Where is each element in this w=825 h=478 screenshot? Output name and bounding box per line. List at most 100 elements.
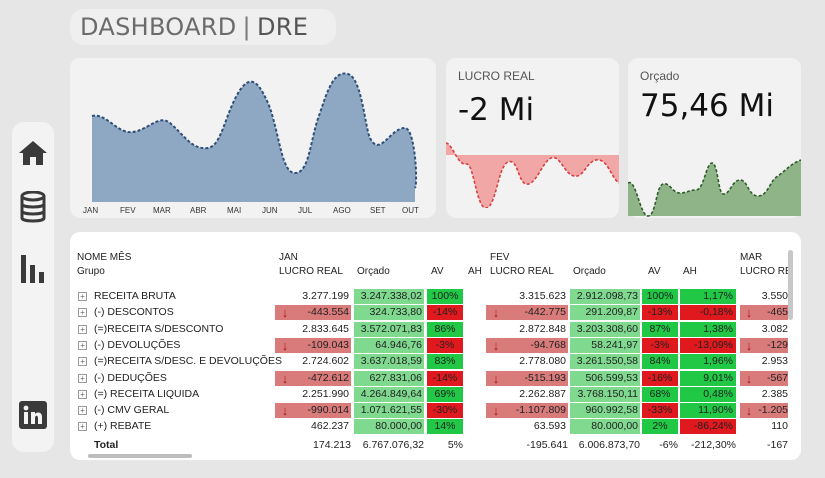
bar-chart-icon[interactable]	[18, 252, 48, 283]
sidebar	[12, 122, 54, 452]
fev-ah-cell: 1,38%	[680, 321, 736, 337]
row-label: RECEITA BRUTA	[94, 290, 176, 302]
fev-lucro-cell: 2.872.848	[519, 322, 566, 335]
row-label: (=)RECEITA S/DESCONTO	[94, 322, 224, 335]
col-header-orcado: Orçado	[573, 266, 606, 277]
total-mar-lucro: -167	[766, 439, 788, 451]
row-label: (-) DEVOLUÇÕES	[94, 338, 181, 351]
fev-orcado-cell: 58.241,97	[570, 337, 640, 353]
fev-ah-cell: -13,09%	[680, 337, 736, 353]
col-header-lucro: LUCRO RE	[740, 266, 792, 277]
kpi-lucro-value: -2 Mi	[458, 92, 535, 128]
month-header-fev: FEV	[490, 252, 510, 263]
fev-av-cell: 84%	[642, 354, 678, 370]
fev-ah-cell: 11,90%	[680, 403, 736, 419]
home-icon[interactable]	[18, 138, 48, 168]
jan-orcado-cell: 64.946,76	[354, 337, 424, 353]
horizontal-scrollbar[interactable]	[88, 454, 192, 458]
total-jan-av: 5%	[447, 439, 463, 451]
total-fev-av: -6%	[659, 439, 678, 451]
jan-lucro-cell: 3.277.199	[302, 290, 349, 302]
row-label: (-) DESCONTOS	[94, 306, 174, 319]
total-jan-lucro: 174.213	[313, 439, 351, 451]
title-text: DASHBOARD	[80, 13, 237, 41]
fev-ah-cell: -86,24%	[680, 419, 736, 435]
vertical-scrollbar[interactable]	[788, 250, 793, 320]
expand-toggle-icon[interactable]: +	[78, 292, 87, 301]
total-fev-lucro: -195.641	[526, 439, 568, 451]
mar-lucro-cell: 2.385	[761, 387, 788, 400]
row-label: (=)RECEITA S/DESC. E DEVOLUÇÕES	[94, 355, 282, 368]
arrow-down-icon: ↓	[281, 337, 289, 353]
kpi-orcado-sparkline	[628, 159, 801, 217]
jan-lucro-cell: 2.724.602	[302, 355, 349, 368]
month-label: JUN	[262, 206, 278, 215]
jan-av-cell: -30%	[427, 403, 463, 419]
fev-orcado-cell: 2.912.098,73	[570, 289, 640, 304]
month-label: JUL	[298, 206, 313, 215]
fev-ah-cell: 9,01%	[680, 370, 736, 386]
total-fev-ah: -212,30%	[691, 439, 736, 451]
kpi-lucro-card: LUCRO REAL -2 Mi	[446, 58, 619, 218]
row-label: (=) RECEITA LIQUIDA	[94, 387, 200, 400]
month-header-jan: JAN	[279, 252, 298, 263]
expand-toggle-icon[interactable]: +	[78, 308, 87, 318]
title-subtitle: DRE	[256, 13, 309, 41]
arrow-down-icon: ↓	[281, 305, 289, 321]
fev-av-cell: 68%	[642, 386, 678, 402]
linkedin-icon[interactable]	[18, 400, 48, 430]
expand-toggle-icon[interactable]: +	[78, 357, 87, 367]
expand-toggle-icon[interactable]: +	[78, 373, 87, 383]
mar-lucro-cell: 3.550	[761, 290, 788, 302]
fev-av-cell: -16%	[642, 370, 678, 386]
arrow-down-icon: ↓	[492, 403, 500, 419]
area-chart	[91, 72, 418, 202]
fev-lucro-cell: 2.778.080	[519, 355, 566, 368]
jan-orcado-cell: 80.000,00	[354, 419, 424, 435]
col-header-ah: AH	[468, 266, 482, 277]
jan-av-cell: 83%	[427, 354, 463, 370]
total-jan-orcado: 6.767.076,32	[362, 439, 424, 451]
fev-orcado-cell: 3.203.308,60	[570, 321, 640, 337]
dashboard-title: DASHBOARD | DRE	[70, 9, 336, 45]
expand-toggle-icon[interactable]: +	[78, 422, 87, 432]
jan-av-cell: 86%	[427, 321, 463, 337]
arrow-down-icon: ↓	[492, 337, 500, 353]
col-header-av: AV	[431, 266, 444, 277]
jan-lucro-cell: 2.833.645	[302, 322, 349, 335]
fev-orcado-cell: 291.209,87	[570, 305, 640, 321]
fev-orcado-cell: 506.599,53	[570, 370, 640, 386]
jan-av-cell: 100%	[427, 289, 463, 304]
fev-av-cell: 100%	[642, 289, 678, 304]
fev-av-cell: -33%	[642, 403, 678, 419]
fev-lucro-cell: 3.315.623	[519, 290, 566, 302]
col-header-group: Grupo	[77, 266, 105, 277]
database-icon[interactable]	[18, 191, 48, 223]
col-header-lucro: LUCRO REAL	[490, 266, 554, 277]
col-header-ah: AH	[683, 266, 697, 277]
jan-av-cell: -3%	[427, 337, 463, 353]
arrow-down-icon: ↓	[745, 305, 753, 321]
kpi-orcado-card: Orçado 75,46 Mi	[628, 58, 801, 218]
expand-toggle-icon[interactable]: +	[78, 389, 87, 399]
expand-toggle-icon[interactable]: +	[78, 406, 87, 416]
kpi-lucro-title: LUCRO REAL	[458, 69, 535, 83]
month-label: ABR	[190, 206, 207, 215]
jan-av-cell: 69%	[427, 386, 463, 402]
expand-toggle-icon[interactable]: +	[78, 324, 87, 334]
row-label: (+) REBATE	[94, 420, 152, 433]
jan-lucro-cell: 2.251.990	[302, 387, 349, 400]
month-label: OUT	[402, 206, 419, 215]
fev-av-cell: 2%	[642, 419, 678, 435]
fev-lucro-cell: 63.593	[533, 420, 566, 433]
kpi-orcado-value: 75,46 Mi	[640, 88, 774, 124]
mar-lucro-cell: 2.953	[761, 355, 788, 368]
col-header-orcado: Orçado	[357, 266, 390, 277]
col-header-lucro: LUCRO REAL	[279, 266, 343, 277]
title-separator: |	[242, 13, 251, 41]
month-label: JAN	[83, 206, 99, 215]
arrow-down-icon: ↓	[281, 370, 289, 386]
month-label: SET	[370, 206, 386, 215]
arrow-down-icon: ↓	[492, 370, 500, 386]
expand-toggle-icon[interactable]: +	[78, 340, 87, 350]
